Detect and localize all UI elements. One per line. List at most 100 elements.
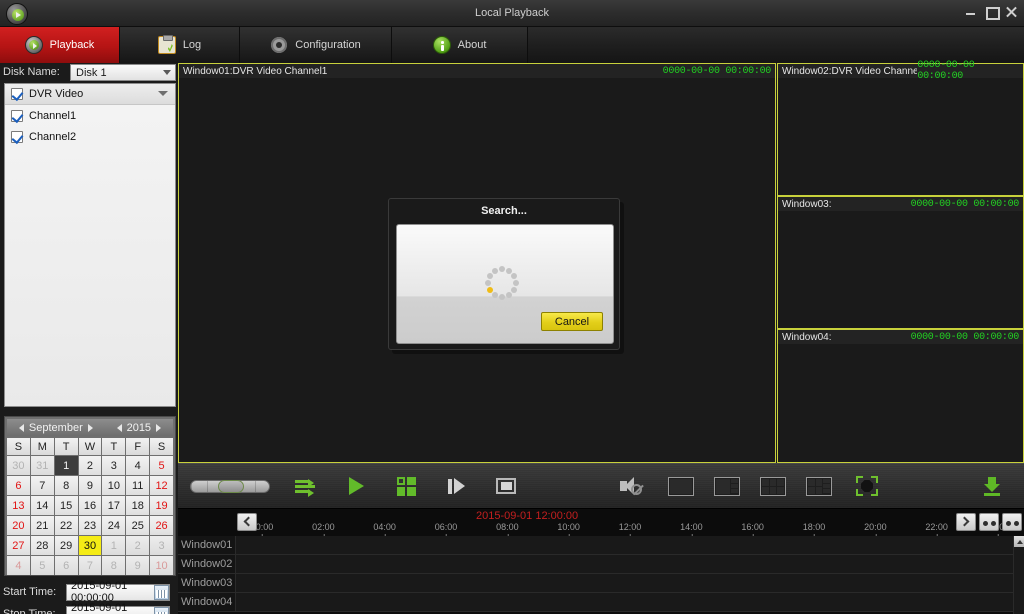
timeline-vertical-scrollbar[interactable] [1013, 536, 1024, 614]
timeline-row[interactable]: Window01 [178, 536, 1024, 555]
calendar-day-6[interactable]: 6 [7, 476, 30, 495]
calendar-day-4[interactable]: 4 [126, 456, 150, 475]
calendar-day-30[interactable]: 30 [7, 456, 30, 475]
calendar-day-8[interactable]: 8 [54, 476, 78, 495]
timeline-prev-button[interactable] [237, 513, 257, 531]
tree-node-dvr-video[interactable]: DVR Video [5, 84, 175, 105]
calendar-day-5[interactable]: 5 [30, 556, 54, 575]
checkbox-dvr-video[interactable] [11, 88, 23, 100]
calendar-day-9[interactable]: 9 [126, 556, 150, 575]
calendar-day-22[interactable]: 22 [54, 516, 78, 535]
checkbox-channel1[interactable] [11, 109, 23, 122]
layout-1-button[interactable] [661, 471, 701, 501]
calendar-day-23[interactable]: 23 [78, 516, 102, 535]
calendar-day-20[interactable]: 20 [7, 516, 30, 535]
calendar-day-16[interactable]: 16 [78, 496, 102, 515]
tab-about[interactable]: About [392, 27, 528, 63]
scroll-up-icon[interactable] [1014, 536, 1024, 547]
calendar-day-3[interactable]: 3 [150, 536, 173, 555]
calendar-day-30[interactable]: 30 [78, 536, 102, 555]
multi-play-button[interactable] [388, 471, 424, 501]
timeline-track-window03[interactable] [236, 574, 1024, 592]
mute-button[interactable] [613, 471, 649, 501]
calendar-day-25[interactable]: 25 [126, 516, 150, 535]
timeline-ruler[interactable]: 00:00 02:00 04:00 06:00 08:00 10:00 12:00 14:00… [236, 509, 1024, 540]
calendar-icon[interactable] [154, 584, 169, 600]
calendar-day-27[interactable]: 27 [7, 536, 30, 555]
calendar-day-1[interactable]: 1 [54, 456, 78, 475]
calendar-day-15[interactable]: 15 [54, 496, 78, 515]
maximize-button[interactable] [985, 5, 1000, 20]
prev-year-icon[interactable] [116, 423, 122, 432]
calendar-day-8[interactable]: 8 [102, 556, 126, 575]
fullscreen-button[interactable] [849, 471, 885, 501]
timeline-zoom-out-button[interactable] [979, 513, 999, 531]
calendar-day-5[interactable]: 5 [150, 456, 173, 475]
calendar-day-28[interactable]: 28 [30, 536, 54, 555]
play-button[interactable] [338, 471, 374, 501]
timeline-row[interactable]: Window03 [178, 574, 1024, 593]
download-button[interactable] [974, 471, 1010, 501]
calendar-day-18[interactable]: 18 [126, 496, 150, 515]
calendar-day-19[interactable]: 19 [150, 496, 173, 515]
timeline-track-window04[interactable] [236, 593, 1024, 611]
date-picker-calendar[interactable]: September 2015 S M T W T F S 30 31 1 2 3 4 5 6 7 8 9 10 11 1… [4, 416, 176, 576]
cancel-button[interactable]: Cancel [541, 312, 603, 331]
calendar-icon[interactable] [154, 606, 169, 614]
calendar-day-26[interactable]: 26 [150, 516, 173, 535]
close-button[interactable] [1005, 5, 1018, 18]
calendar-day-2[interactable]: 2 [126, 536, 150, 555]
minimize-button[interactable] [965, 5, 978, 18]
video-panel-window02[interactable]: Window02:DVR Video Channel2 0000-00-00 0… [777, 60, 1024, 196]
tab-configuration[interactable]: Configuration [240, 27, 392, 63]
calendar-day-6[interactable]: 6 [54, 556, 78, 575]
playback-speed-slider[interactable] [190, 479, 270, 493]
calendar-day-10[interactable]: 10 [150, 556, 173, 575]
next-year-icon[interactable] [156, 423, 162, 432]
prev-month-icon[interactable] [18, 423, 24, 432]
calendar-day-21[interactable]: 21 [30, 516, 54, 535]
step-forward-icon [447, 478, 465, 494]
chevron-down-icon[interactable] [158, 91, 168, 96]
start-time-input[interactable]: 2015-09-01 00:00:00 [66, 580, 170, 604]
layout-3-button[interactable] [753, 471, 793, 501]
frame-advance-button[interactable] [288, 471, 324, 501]
step-forward-button[interactable] [438, 471, 474, 501]
calendar-day-29[interactable]: 29 [54, 536, 78, 555]
disk-name-select[interactable]: Disk 1 [70, 64, 176, 81]
calendar-day-13[interactable]: 13 [7, 496, 30, 515]
checkbox-channel2[interactable] [11, 130, 23, 143]
calendar-day-31[interactable]: 31 [30, 456, 54, 475]
calendar-day-1[interactable]: 1 [102, 536, 126, 555]
stop-time-input[interactable]: 2015-09-01 23:59:59 [66, 602, 170, 614]
timeline-next-button[interactable] [956, 513, 976, 531]
timeline-track-window01[interactable] [236, 536, 1024, 554]
timeline-row[interactable]: Window02 [178, 555, 1024, 574]
calendar-day-24[interactable]: 24 [102, 516, 126, 535]
calendar-day-14[interactable]: 14 [30, 496, 54, 515]
video-panel-window04[interactable]: Window04: 0000-00-00 00:00:00 [777, 329, 1024, 463]
tree-node-channel2[interactable]: Channel2 [5, 126, 175, 147]
layout-4-button[interactable] [799, 471, 839, 501]
calendar-day-12[interactable]: 12 [150, 476, 173, 495]
tree-node-channel1[interactable]: Channel1 [5, 105, 175, 126]
calendar-day-4[interactable]: 4 [7, 556, 30, 575]
tab-log[interactable]: Log [120, 27, 240, 63]
calendar-day-10[interactable]: 10 [102, 476, 126, 495]
next-month-icon[interactable] [87, 423, 93, 432]
tab-playback[interactable]: Playback [0, 27, 120, 63]
calendar-day-11[interactable]: 11 [126, 476, 150, 495]
calendar-day-3[interactable]: 3 [102, 456, 126, 475]
video-panel-window03[interactable]: Window03: 0000-00-00 00:00:00 [777, 196, 1024, 329]
slider-knob[interactable] [218, 479, 244, 493]
layout-2-button[interactable] [707, 471, 747, 501]
calendar-day-9[interactable]: 9 [78, 476, 102, 495]
calendar-day-2[interactable]: 2 [78, 456, 102, 475]
timeline-track-window02[interactable] [236, 555, 1024, 573]
stop-button[interactable] [488, 471, 524, 501]
calendar-day-17[interactable]: 17 [102, 496, 126, 515]
timeline-row[interactable]: Window04 [178, 593, 1024, 612]
timeline-zoom-in-button[interactable] [1002, 513, 1022, 531]
calendar-day-7[interactable]: 7 [30, 476, 54, 495]
calendar-day-7[interactable]: 7 [78, 556, 102, 575]
